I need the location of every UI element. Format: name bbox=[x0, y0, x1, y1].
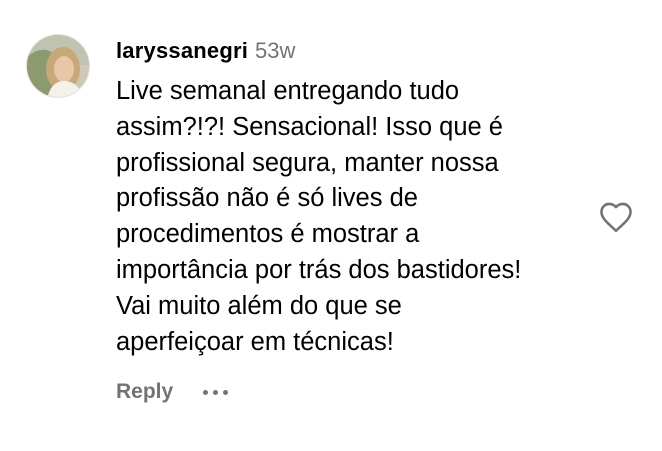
comment-actions: Reply bbox=[116, 377, 229, 407]
comment-text-line: profissional segura, manter nossa bbox=[116, 148, 499, 177]
more-options-icon[interactable] bbox=[203, 382, 229, 402]
username[interactable]: laryssanegri bbox=[116, 38, 248, 64]
more-dot bbox=[223, 389, 229, 395]
comment-text-line: procedimentos é mostrar a bbox=[116, 220, 420, 249]
more-dot bbox=[203, 389, 209, 395]
comment-text-line: Vai muito além do que se bbox=[116, 291, 402, 320]
more-dot bbox=[213, 389, 219, 395]
comment-header: laryssanegri 53w bbox=[116, 38, 295, 68]
comment-text-line: profissão não é só lives de bbox=[116, 184, 418, 213]
heart-icon[interactable] bbox=[598, 200, 634, 234]
reply-button[interactable]: Reply bbox=[116, 380, 173, 404]
comment-text-line: Live semanal entregando tudo bbox=[116, 77, 460, 105]
comment-text-line: importância por trás dos bastidores! bbox=[116, 255, 522, 284]
comment-text-line: aperfeiçoar em técnicas! bbox=[116, 327, 394, 356]
comment-text: Live semanal entregando tudo assim?!?! S… bbox=[116, 74, 606, 360]
comment-text-line: assim?!?! Sensacional! Isso que é bbox=[116, 112, 503, 141]
avatar[interactable] bbox=[26, 34, 90, 98]
avatar-image bbox=[27, 35, 89, 97]
comment: laryssanegri 53w Live semanal entregando… bbox=[0, 0, 662, 451]
timestamp[interactable]: 53w bbox=[255, 38, 295, 64]
